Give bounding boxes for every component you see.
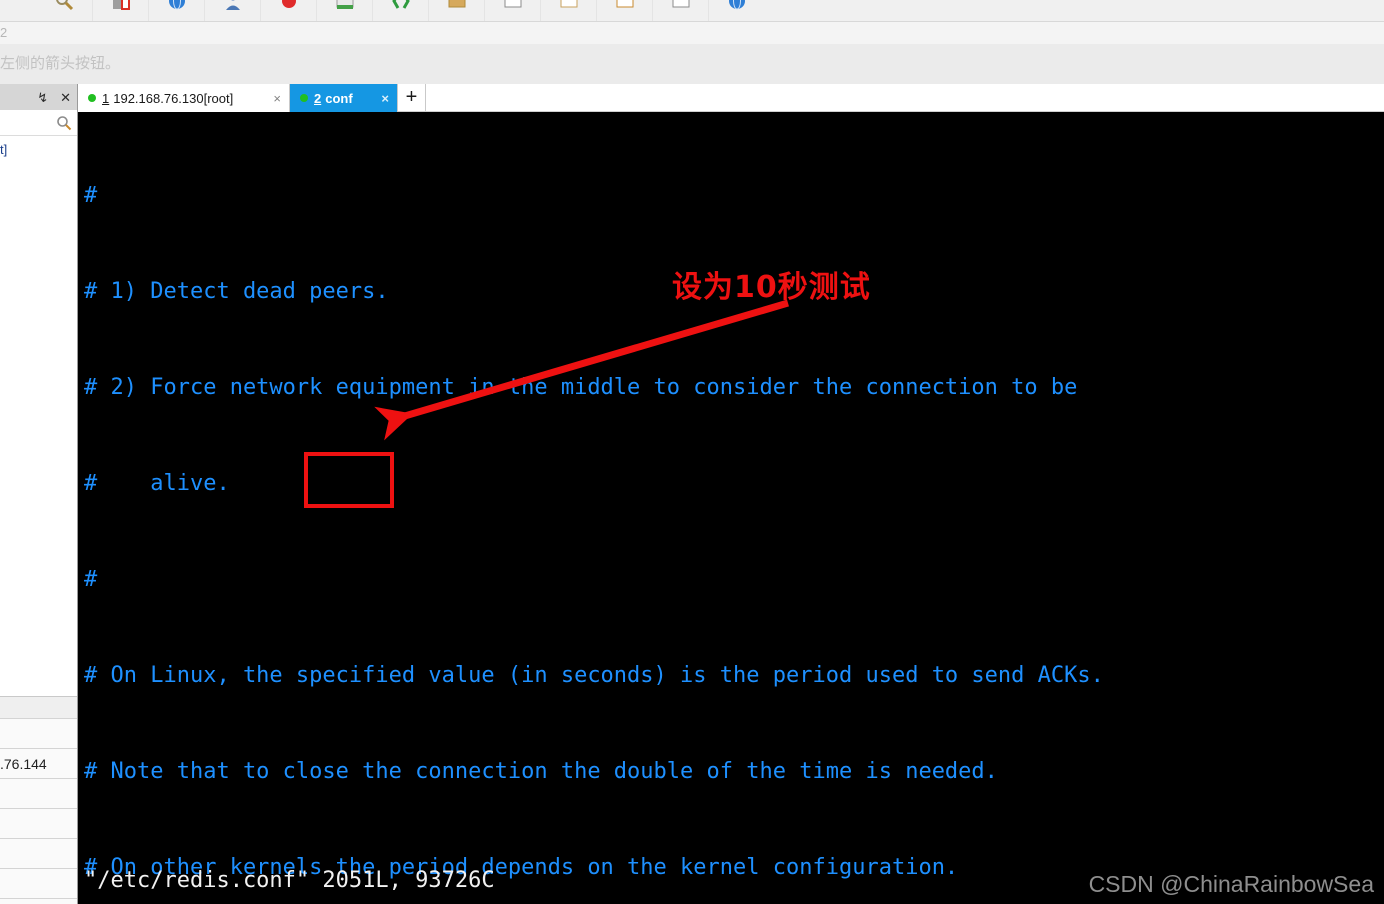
toolbar-button-window-tan[interactable] [540, 0, 596, 21]
box-tan-icon [448, 0, 465, 8]
terminal-line: # [84, 183, 98, 208]
cropped-text-line-2: 左侧的箭头按钮。 [0, 44, 1384, 84]
tab-bar: 1 192.168.76.130[root] × 2 conf × + [78, 84, 1384, 112]
side-panel-header: ↯ ✕ [0, 84, 77, 110]
terminal-text: # # 1) Detect dead peers. # 2) Force net… [84, 116, 1384, 904]
side-panel-search[interactable] [0, 110, 77, 136]
side-panel-row[interactable] [0, 779, 77, 809]
toolbar-button-globe[interactable] [148, 0, 204, 21]
brackets-green-icon [391, 0, 410, 9]
terminal-line: # 2) Force network equipment in the midd… [84, 375, 1078, 400]
terminal-line: # [84, 567, 98, 592]
new-tab-button[interactable]: + [398, 84, 426, 111]
tab-label: conf [325, 90, 353, 106]
toolbar-button-window-orange[interactable] [596, 0, 652, 21]
side-panel-row[interactable] [0, 809, 77, 839]
tab-close-icon[interactable]: × [371, 91, 389, 106]
status-dot-icon [88, 94, 96, 102]
search-icon [57, 115, 72, 130]
toolbar-button-window-gray2[interactable] [652, 0, 708, 21]
window-orange-icon [616, 0, 633, 8]
side-panel-row[interactable] [0, 719, 77, 749]
tab-title: 2 conf [314, 91, 365, 106]
side-panel-row[interactable] [0, 839, 77, 869]
terminal-line: # alive. [84, 471, 230, 496]
tab-index: 1 [102, 90, 110, 106]
side-panel-tree-item[interactable]: t] [0, 136, 77, 157]
magnifier-icon [56, 0, 74, 11]
window-tan-icon [560, 0, 577, 8]
close-icon[interactable]: ✕ [60, 91, 71, 104]
toolbar-button-person[interactable] [204, 0, 260, 21]
terminal-line: # Note that to close the connection the … [84, 759, 998, 784]
toolbar-button-document[interactable] [92, 0, 148, 21]
side-panel-row[interactable] [0, 869, 77, 899]
toolbar-button-magnifier[interactable] [36, 0, 92, 21]
window-gray2-icon [672, 0, 689, 8]
app-window: 2 左侧的箭头按钮。 ↯ ✕ t] .76.144 1 192.168.76.1… [0, 0, 1384, 904]
toolbar-button-globe2[interactable] [708, 0, 764, 21]
record-red-icon [281, 0, 296, 8]
terminal-pane[interactable]: # # 1) Detect dead peers. # 2) Force net… [78, 112, 1384, 904]
person-icon [225, 0, 240, 10]
side-panel-row[interactable]: .76.144 [0, 749, 77, 779]
watermark: CSDN @ChinaRainbowSea [1088, 871, 1374, 897]
toolbar-button-box-tan[interactable] [428, 0, 484, 21]
side-panel: ↯ ✕ t] .76.144 [0, 84, 78, 904]
status-dot-icon [300, 94, 308, 102]
tab-title: 1 192.168.76.130[root] [102, 91, 257, 106]
cropped-page-region: 2 左侧的箭头按钮。 [0, 22, 1384, 84]
toolbar-button-brackets[interactable] [372, 0, 428, 21]
vim-status-line: "/etc/redis.conf" 2051L, 93726C [84, 868, 495, 893]
pin-icon[interactable]: ↯ [37, 91, 48, 104]
globe-blue2-icon [728, 0, 745, 10]
tab-close-icon[interactable]: × [263, 91, 281, 106]
document-red-icon [112, 0, 130, 10]
tab-session-1[interactable]: 1 192.168.76.130[root] × [78, 84, 290, 112]
side-panel-tree[interactable]: t] [0, 136, 77, 696]
side-panel-list-spacer [0, 697, 77, 719]
globe-blue-icon [168, 0, 185, 10]
toolbar-icon-row [36, 0, 764, 21]
side-panel-list: .76.144 [0, 696, 77, 904]
window-gray-icon [504, 0, 521, 8]
terminal-line: # 1) Detect dead peers. [84, 279, 389, 304]
toolbar-button-record[interactable] [260, 0, 316, 21]
tab-index: 2 [314, 90, 322, 106]
cropped-text-line-1: 2 [0, 22, 1384, 44]
tab-session-2[interactable]: 2 conf × [290, 84, 398, 112]
toolbar-strip [0, 0, 1384, 22]
folder-green-icon [336, 0, 353, 9]
tab-label: 192.168.76.130[root] [113, 90, 234, 106]
toolbar-button-folder-green[interactable] [316, 0, 372, 21]
terminal-line: # On Linux, the specified value (in seco… [84, 663, 1104, 688]
toolbar-button-window-gray[interactable] [484, 0, 540, 21]
